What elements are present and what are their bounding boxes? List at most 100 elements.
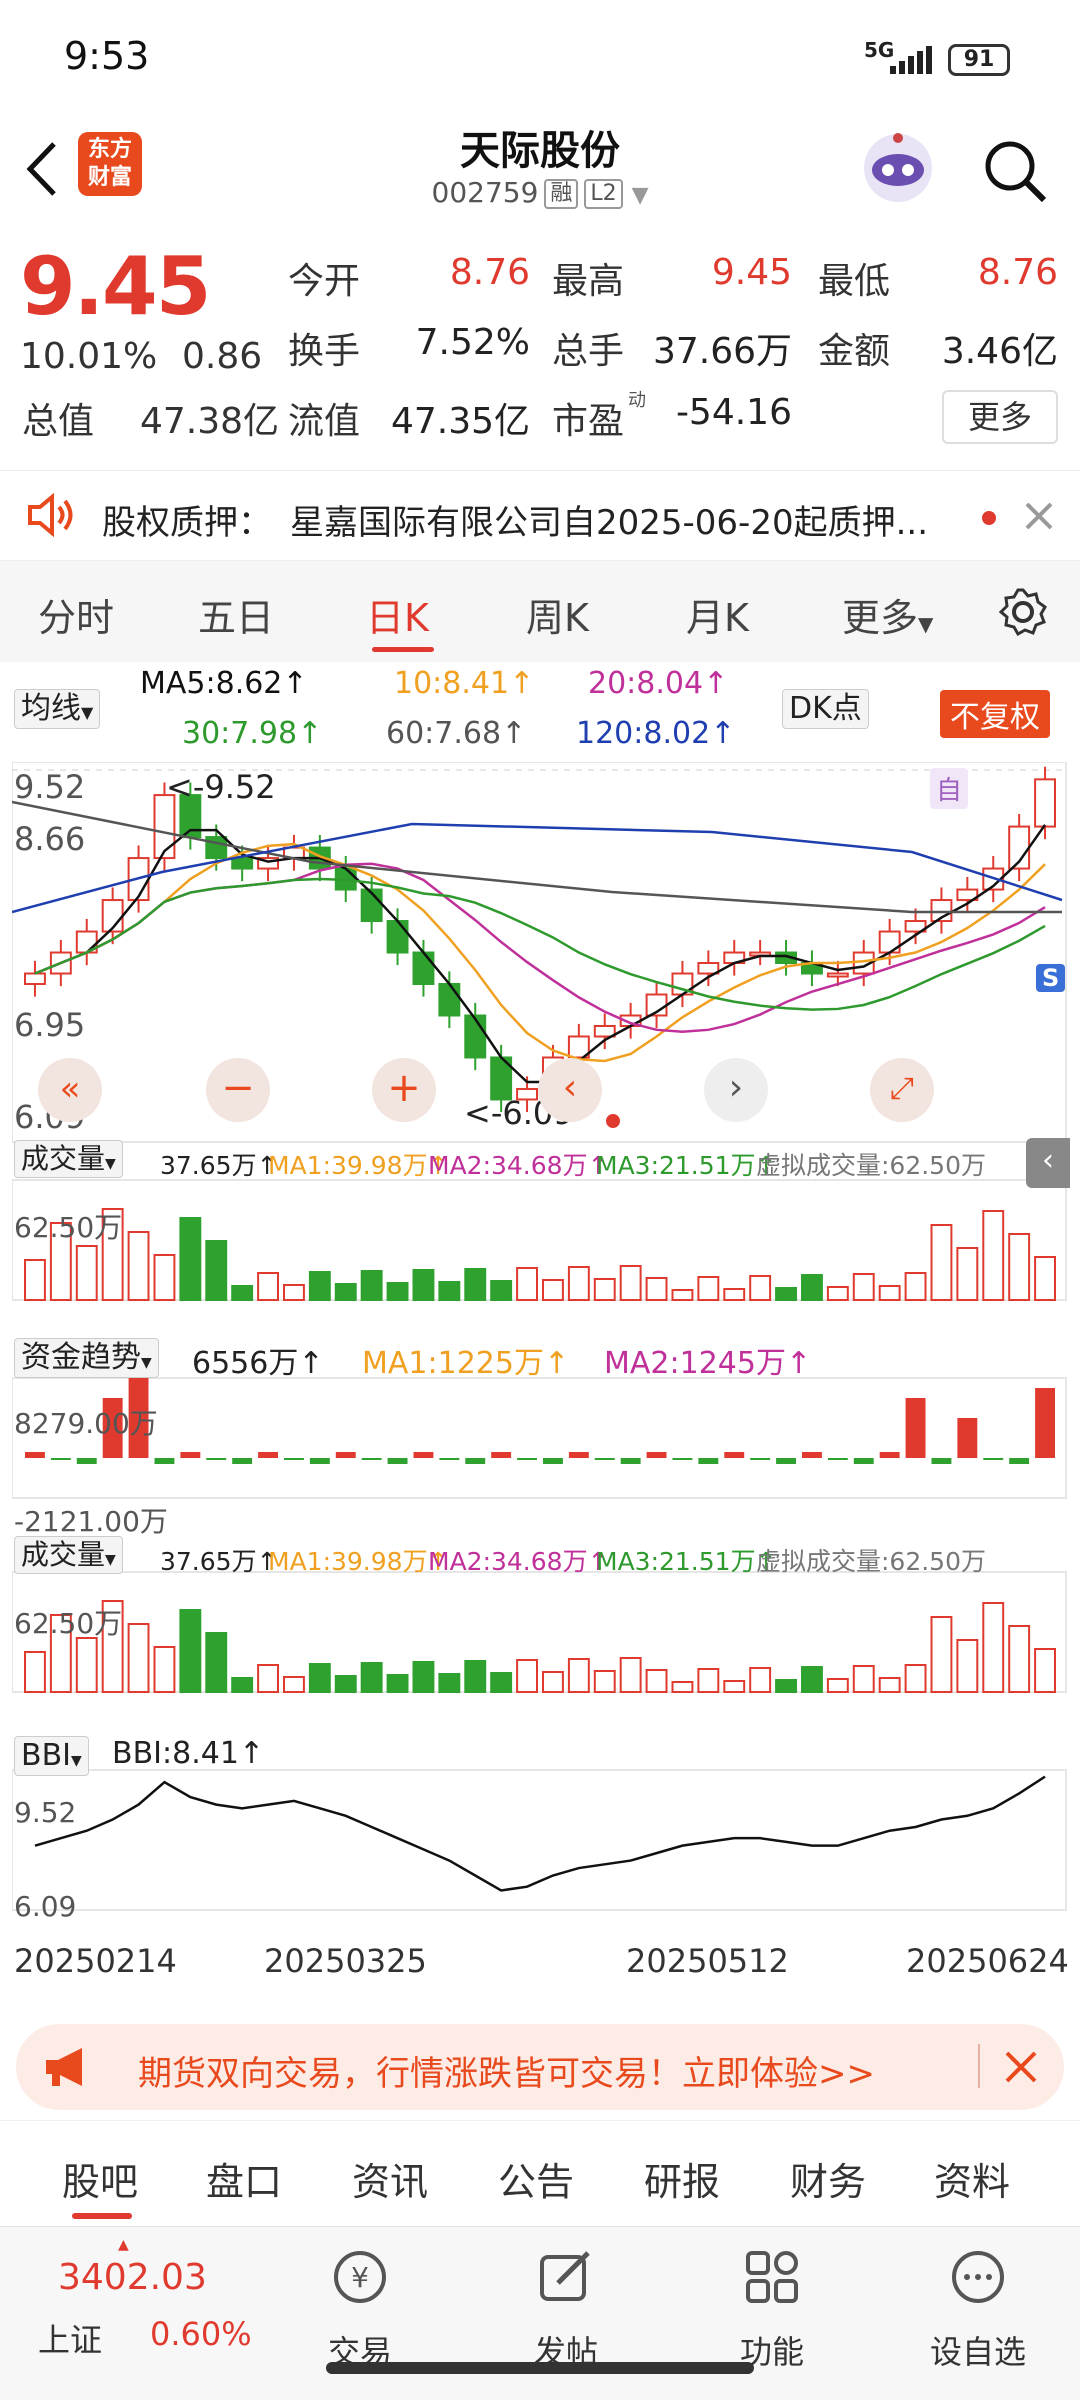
fund-bar bbox=[517, 1458, 537, 1460]
volume-bar bbox=[542, 1279, 564, 1301]
tab-news[interactable]: 资讯 bbox=[352, 2151, 428, 2206]
scroll-left-fast-button[interactable]: « bbox=[38, 1058, 102, 1122]
fund-bar bbox=[284, 1458, 304, 1460]
fund-bar bbox=[335, 1452, 356, 1458]
fund-trend-selector[interactable]: 资金趋势▼ bbox=[14, 1338, 159, 1378]
legend-ma30: 30:7.98↑ bbox=[182, 716, 323, 751]
adjust-button[interactable]: 不复权 bbox=[940, 690, 1050, 738]
gear-icon[interactable] bbox=[998, 587, 1048, 637]
stock-code: 002759 bbox=[431, 176, 539, 209]
volume-bar bbox=[516, 1267, 539, 1301]
scroll-left-button[interactable]: ‹ bbox=[538, 1058, 602, 1122]
robot-assistant-icon[interactable] bbox=[858, 128, 938, 208]
fund-bar bbox=[413, 1452, 434, 1458]
volume-value: 37.65万↑ bbox=[160, 1151, 278, 1180]
caret-down-icon: ▼ bbox=[81, 703, 94, 722]
tab-profile[interactable]: 资料 bbox=[934, 2151, 1010, 2206]
market-cap-label: 总值 bbox=[22, 401, 95, 442]
volume-bar bbox=[334, 1675, 357, 1693]
volume-bar bbox=[619, 1265, 642, 1301]
tab-weekly-k[interactable]: 周K bbox=[526, 587, 589, 642]
tab-intraday[interactable]: 分时 bbox=[38, 587, 114, 642]
volume-bar bbox=[412, 1269, 435, 1301]
futures-ad-banner[interactable]: 期货双向交易，行情涨跌皆可交易！立即体验>> bbox=[16, 2024, 1064, 2110]
active-tab-indicator bbox=[372, 647, 434, 652]
fund-bar bbox=[76, 1458, 97, 1464]
tab-five-day[interactable]: 五日 bbox=[198, 587, 274, 642]
volume-bar bbox=[1008, 1625, 1031, 1693]
pledge-notice[interactable]: 股权质押： 星嘉国际有限公司自2025-06-20起质押... bbox=[0, 470, 1080, 560]
dk-label: DK点 bbox=[789, 691, 862, 726]
volume-ma2-2: MA2:34.68万↑ bbox=[428, 1547, 609, 1576]
ma-selector[interactable]: 均线▼ bbox=[14, 689, 101, 729]
fund-bar bbox=[258, 1452, 278, 1458]
dk-point-button[interactable]: DK点 bbox=[782, 689, 869, 729]
volume-bar bbox=[205, 1632, 228, 1693]
current-price: 9.45 bbox=[20, 240, 211, 333]
collapse-panel-icon[interactable]: ‹ bbox=[1026, 1138, 1070, 1188]
date-label-2: 20250325 bbox=[264, 1942, 427, 1980]
volume-bar bbox=[982, 1210, 1005, 1301]
change-value: 0.86 bbox=[182, 336, 263, 377]
caret-down-icon: ▼ bbox=[105, 1156, 116, 1172]
indicator-dot bbox=[606, 1114, 620, 1128]
volume-bar bbox=[464, 1660, 487, 1693]
volume-selector[interactable]: 成交量▼ bbox=[14, 1140, 123, 1178]
bbi-selector[interactable]: BBI▼ bbox=[14, 1736, 89, 1776]
ma-selector-label: 均线 bbox=[21, 691, 81, 726]
fund-bar bbox=[1035, 1388, 1055, 1458]
volume-bar bbox=[283, 1284, 305, 1301]
tab-financials[interactable]: 财务 bbox=[790, 2151, 866, 2206]
period-tabs: 分时 五日 日K 周K 月K 更多▼ bbox=[0, 560, 1080, 662]
scroll-right-button[interactable]: › bbox=[704, 1058, 768, 1122]
virtual-volume: 虚拟成交量:62.50万 bbox=[756, 1151, 986, 1180]
status-bar: 9:53 5G 91 bbox=[0, 0, 1080, 110]
zoom-in-button[interactable]: + bbox=[372, 1058, 436, 1122]
tab-daily-k[interactable]: 日K bbox=[366, 587, 429, 642]
volume-bar bbox=[619, 1657, 642, 1693]
candle-body bbox=[231, 857, 254, 870]
volume-bar bbox=[723, 1288, 746, 1301]
fund-ma1: MA1:1225万↑ bbox=[362, 1346, 570, 1381]
tab-research[interactable]: 研报 bbox=[644, 2151, 720, 2206]
tab-forum[interactable]: 股吧 bbox=[62, 2151, 138, 2206]
zoom-out-button[interactable]: − bbox=[206, 1058, 270, 1122]
index-name: 上证 bbox=[38, 2321, 103, 2359]
tab-orderbook[interactable]: 盘口 bbox=[206, 2151, 282, 2206]
tab-monthly-k[interactable]: 月K bbox=[686, 587, 749, 642]
index-ticker[interactable]: 3402.03 ▲ 上证 0.60% bbox=[0, 2227, 290, 2401]
s-marker[interactable]: S bbox=[1036, 964, 1066, 992]
fund-bar bbox=[206, 1458, 227, 1460]
grid-icon bbox=[746, 2251, 798, 2303]
volume-selector-2[interactable]: 成交量▼ bbox=[14, 1536, 123, 1574]
legend-ma60: 60:7.68↑ bbox=[386, 716, 527, 751]
date-label-3: 20250512 bbox=[626, 1942, 789, 1980]
candle-body bbox=[412, 951, 435, 986]
fund-bar bbox=[543, 1458, 563, 1464]
close-icon[interactable] bbox=[1004, 2050, 1038, 2084]
volume-bar bbox=[749, 1275, 772, 1301]
amount-value: 3.46亿 bbox=[941, 331, 1058, 372]
float-value: 47.35亿 bbox=[390, 401, 530, 442]
self-select-marker[interactable]: 自 bbox=[930, 768, 969, 809]
candle-body bbox=[24, 972, 46, 986]
amount-label: 金额 bbox=[818, 331, 891, 372]
fullscreen-icon[interactable]: ⤢ bbox=[870, 1058, 934, 1122]
volume-bar bbox=[1034, 1648, 1056, 1693]
home-indicator[interactable] bbox=[326, 2362, 754, 2374]
tab-more-label: 更多 bbox=[842, 596, 919, 640]
search-icon[interactable] bbox=[980, 136, 1050, 206]
volume-bar bbox=[1034, 1256, 1056, 1301]
volume-bar bbox=[671, 1289, 694, 1301]
volume-bar bbox=[826, 1286, 849, 1301]
more-button[interactable]: 更多 bbox=[942, 390, 1058, 444]
fund-bar bbox=[905, 1398, 926, 1458]
close-icon[interactable] bbox=[1024, 501, 1054, 531]
volume-bar bbox=[179, 1609, 202, 1693]
kline-chart-panel[interactable]: 均线▼ MA5:8.62↑ 10:8.41↑ 20:8.04↑ 30:7.98↑… bbox=[0, 662, 1080, 2012]
volume-bar bbox=[904, 1272, 927, 1301]
status-time: 9:53 bbox=[64, 34, 150, 78]
volume-bar bbox=[1008, 1233, 1031, 1301]
tab-more[interactable]: 更多▼ bbox=[842, 587, 933, 642]
tab-announcements[interactable]: 公告 bbox=[498, 2151, 574, 2206]
